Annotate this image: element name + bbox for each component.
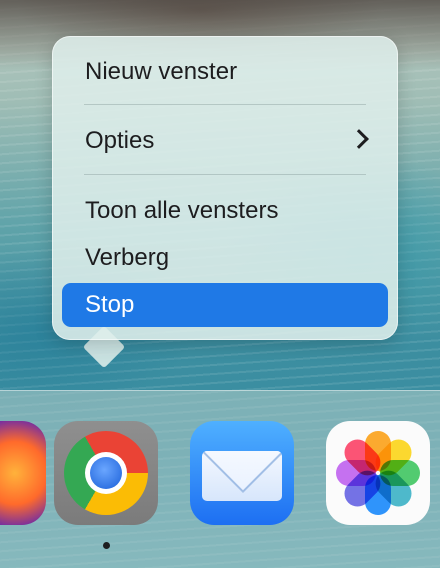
menu-item-label: Verberg [85, 244, 170, 271]
menu-item-quit[interactable]: Stop [62, 283, 388, 327]
mail-icon[interactable] [190, 421, 294, 525]
menu-separator [84, 104, 366, 105]
photos-icon[interactable] [326, 421, 430, 525]
menu-item-show-all-windows[interactable]: Toon alle vensters [62, 189, 388, 233]
firefox-icon[interactable] [0, 421, 46, 525]
chrome-icon[interactable] [54, 421, 158, 525]
menu-item-options[interactable]: Opties [62, 119, 388, 163]
menu-separator [84, 174, 366, 175]
chevron-right-icon [349, 129, 369, 149]
menu-item-label: Opties [85, 127, 155, 154]
chrome-running-indicator [103, 542, 110, 549]
chrome-center [90, 457, 122, 489]
context-menu: Nieuw venster Opties Toon alle vensters … [52, 36, 398, 340]
desktop: Nieuw venster Opties Toon alle vensters … [0, 0, 440, 568]
menu-item-label: Toon alle vensters [85, 197, 279, 224]
envelope-glyph [202, 451, 282, 501]
envelope-flap [202, 451, 282, 494]
menu-item-new-window[interactable]: Nieuw venster [62, 50, 388, 94]
menu-item-label: Nieuw venster [85, 58, 238, 85]
menu-item-hide[interactable]: Verberg [62, 236, 388, 280]
menu-item-label: Stop [85, 291, 135, 318]
